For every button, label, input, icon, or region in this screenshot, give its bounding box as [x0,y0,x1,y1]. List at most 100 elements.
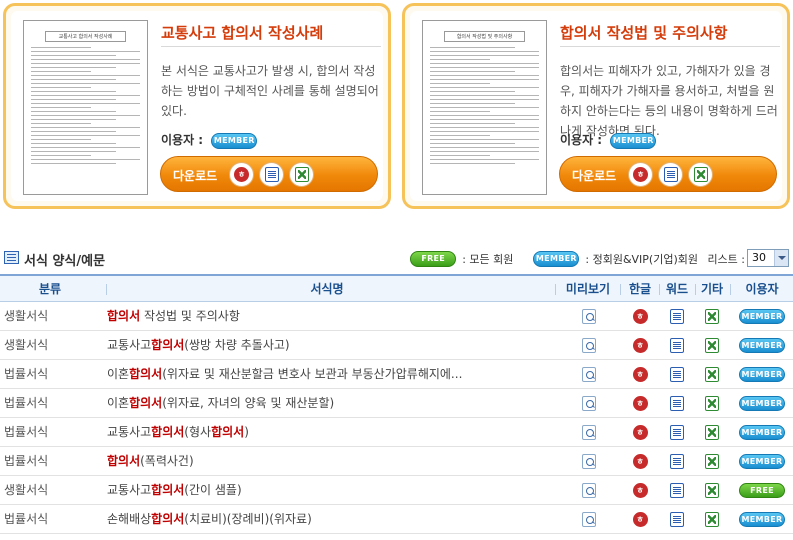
featured-card-1: 교통사고 합의서 작성사례 교통사고 합의서 작성사례 본 서식은 교통사고가 … [3,3,391,209]
member-badge: MEMBER [739,395,785,411]
magnifier-preview-icon[interactable] [582,395,596,411]
word-file-icon [663,167,678,182]
word-file-icon[interactable] [670,308,684,324]
featured-title[interactable]: 합의서 작성법 및 주의사항 [560,22,727,43]
word-file-icon[interactable] [670,395,684,411]
header-hwp: 한글 [628,282,652,296]
header-word: 워드 [665,282,689,296]
excel-file-icon[interactable] [705,424,719,440]
row-title-link[interactable]: 손해배상합의서(치료비)(장례비)(위자료) [107,505,547,533]
row-title-link[interactable]: 교통사고합의서(간이 샘플) [107,476,547,504]
section-title: 서식 양식/예문 [24,254,106,269]
word-file-icon[interactable] [670,482,684,498]
row-title-link[interactable]: 이혼합의서(위자료 및 재산분할금 변호사 보관과 부동산가압류해지에... [107,360,547,388]
row-title-link[interactable]: 교통사고합의서(쌍방 차량 추돌사고) [107,331,547,359]
magnifier-preview-icon[interactable] [582,424,596,440]
title-keyword-highlight: 합의서 [151,425,185,439]
free-legend-text: : 모든 회원 [462,253,514,266]
list-count-select[interactable]: 30 [747,249,789,267]
member-legend-text: : 정회원&VIP(기업)회원 [585,253,698,266]
excel-file-icon[interactable] [705,395,719,411]
hwp-file-icon[interactable]: ㅎ [632,395,648,411]
title-keyword-highlight: 합의서 [129,396,163,410]
featured-description: 합의서는 피해자가 있고, 가해자가 있을 경우, 피해자가 가해자를 용서하고… [560,64,778,138]
thumbnail-title: 교통사고 합의서 작성사례 [45,31,126,42]
magnifier-preview-icon[interactable] [582,511,596,527]
word-file-icon [264,167,279,182]
free-badge: FREE [410,251,457,267]
header-user: 이용자 [745,282,779,296]
title-text: ) [244,425,249,439]
word-file-icon[interactable] [670,337,684,353]
excel-file-icon[interactable] [705,308,719,324]
row-title-link[interactable]: 이혼합의서(위자료, 자녀의 양육 및 재산분할) [107,389,547,417]
magnifier-preview-icon[interactable] [582,453,596,469]
hwp-file-icon[interactable]: ㅎ [632,366,648,382]
magnifier-preview-icon[interactable] [582,482,596,498]
header-etc: 기타 [700,282,724,296]
table-row[interactable]: 생활서식 교통사고합의서(간이 샘플) ㅎ FREE [0,476,793,505]
download-hwp-button[interactable]: ㅎ [229,162,254,187]
table-row[interactable]: 법률서식 이혼합의서(위자료, 자녀의 양육 및 재산분할) ㅎ MEMBER [0,389,793,418]
member-badge: MEMBER [739,424,785,440]
word-file-icon[interactable] [670,424,684,440]
excel-file-icon[interactable] [705,511,719,527]
download-word-button[interactable] [259,162,284,187]
hwp-file-icon[interactable]: ㅎ [632,482,648,498]
title-keyword-highlight: 합의서 [211,425,245,439]
featured-title[interactable]: 교통사고 합의서 작성사례 [161,22,323,43]
member-badge: MEMBER [739,337,785,353]
row-category: 법률서식 [4,367,49,381]
table-row[interactable]: 생활서식 교통사고합의서(쌍방 차량 추돌사고) ㅎ MEMBER [0,331,793,360]
title-text: (간이 샘플) [184,483,242,497]
hwp-file-icon[interactable]: ㅎ [632,424,648,440]
document-thumbnail[interactable]: 합의서 작성법 및 주의사항 [422,20,547,195]
forms-table: 분류 서식명 미리보기 한글 워드 기타 이용자 생활서식 합의서 작성법 및 … [0,274,793,534]
row-title-link[interactable]: 합의서(폭력사건) [107,447,547,475]
row-title-link[interactable]: 합의서 작성법 및 주의사항 [107,302,547,330]
row-title-link[interactable]: 교통사고합의서(형사합의서) [107,418,547,446]
row-category: 법률서식 [4,454,49,468]
download-word-button[interactable] [658,162,683,187]
featured-card-2: 합의서 작성법 및 주의사항 합의서 작성법 및 주의사항 합의서는 피해자가 … [402,3,790,209]
thumbnail-title: 합의서 작성법 및 주의사항 [444,31,525,42]
list-count-value: 30 [752,251,766,264]
excel-file-icon[interactable] [705,482,719,498]
excel-file-icon[interactable] [705,366,719,382]
title-text: 이혼 [107,396,130,410]
title-text: 교통사고 [107,483,152,497]
word-file-icon[interactable] [670,511,684,527]
hwp-file-icon[interactable]: ㅎ [632,511,648,527]
word-file-icon[interactable] [670,366,684,382]
member-badge: MEMBER [739,511,785,527]
table-row[interactable]: 법률서식 합의서(폭력사건) ㅎ MEMBER [0,447,793,476]
word-file-icon[interactable] [670,453,684,469]
user-level: 이용자 : MEMBER [161,131,258,149]
title-text: (폭력사건) [140,454,194,468]
table-row[interactable]: 생활서식 합의서 작성법 및 주의사항 ㅎ MEMBER [0,302,793,331]
download-hwp-button[interactable]: ㅎ [628,162,653,187]
title-divider [560,46,780,47]
title-divider [161,46,381,47]
hwp-file-icon[interactable]: ㅎ [632,308,648,324]
excel-file-icon[interactable] [705,337,719,353]
download-button[interactable]: 다운로드 ㅎ [160,156,378,192]
download-excel-button[interactable] [289,162,314,187]
table-row[interactable]: 법률서식 이혼합의서(위자료 및 재산분할금 변호사 보관과 부동산가압류해지에… [0,360,793,389]
title-text: 교통사고 [107,425,152,439]
magnifier-preview-icon[interactable] [582,366,596,382]
hwp-file-icon[interactable]: ㅎ [632,337,648,353]
header-name[interactable]: 서식명 [107,276,547,302]
download-excel-button[interactable] [688,162,713,187]
hwp-file-icon[interactable]: ㅎ [632,453,648,469]
magnifier-preview-icon[interactable] [582,308,596,324]
title-text: 교통사고 [107,338,152,352]
download-button[interactable]: 다운로드 ㅎ [559,156,777,192]
magnifier-preview-icon[interactable] [582,337,596,353]
table-row[interactable]: 법률서식 교통사고합의서(형사합의서) ㅎ MEMBER [0,418,793,447]
excel-file-icon[interactable] [705,453,719,469]
table-row[interactable]: 법률서식 손해배상합의서(치료비)(장례비)(위자료) ㅎ MEMBER [0,505,793,534]
document-thumbnail[interactable]: 교통사고 합의서 작성사례 [23,20,148,195]
header-category[interactable]: 분류 [4,276,96,302]
download-label: 다운로드 [572,169,617,183]
